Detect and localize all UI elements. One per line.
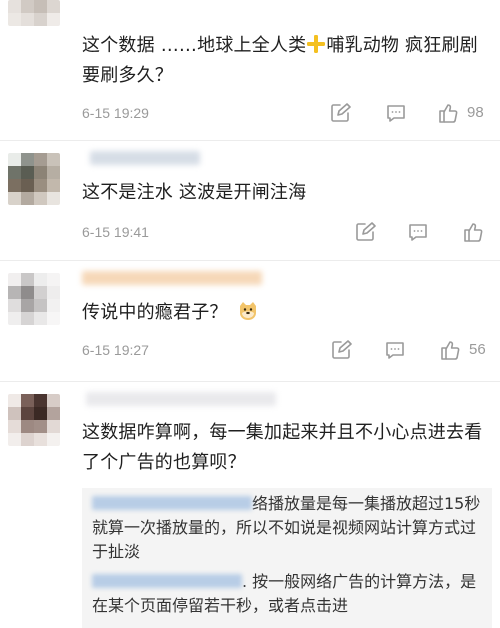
comment-icon[interactable] <box>384 339 406 361</box>
comment-meta: 6-15 19:41 <box>82 220 490 244</box>
avatar[interactable] <box>8 394 60 446</box>
reply-username-blurred[interactable] <box>92 574 242 588</box>
thumbs-up-icon[interactable] <box>437 102 459 124</box>
plus-sign-emoji <box>306 34 326 54</box>
username-blurred[interactable] <box>82 271 262 285</box>
comment-item: 传说中的瘾君子？ 6-15 19:27 56 <box>0 261 500 381</box>
share-icon[interactable] <box>354 221 376 243</box>
reply-item: 络播放量是每一集播放超过15秒就算一次播放量的，所以不如说是视频网站计算方式过于… <box>92 492 484 564</box>
reply-item: . 按一般网络广告的计算方法，是在某个页面停留若干秒，或者点击进 <box>92 570 484 618</box>
share-icon[interactable] <box>330 339 352 361</box>
like-count: 98 <box>467 104 484 121</box>
comment-time: 6-15 19:29 <box>82 105 149 121</box>
comment-item: 这个数据 ……地球上全人类 哺乳动物 疯狂刷剧要刷多久？ 6-15 19:29 9… <box>0 0 500 140</box>
reply-thread[interactable]: 络播放量是每一集播放超过15秒就算一次播放量的，所以不如说是视频网站计算方式过于… <box>82 488 492 628</box>
avatar[interactable] <box>8 273 60 325</box>
comment-text: 这不是注水 这波是开闸注海 <box>82 182 307 203</box>
comment-time: 6-15 19:27 <box>82 342 149 358</box>
doge-emoji <box>237 300 259 322</box>
reply-username-blurred[interactable] <box>92 496 252 510</box>
comment-text: 这个数据 ……地球上全人类 哺乳动物 疯狂刷剧要刷多久？ <box>82 31 492 91</box>
comment-text-part: 这个数据 ……地球上全人类 <box>82 35 307 56</box>
comment-icon[interactable] <box>407 221 429 243</box>
like-count: 56 <box>469 341 486 358</box>
comment-meta: 6-15 19:27 56 <box>82 338 490 362</box>
share-icon[interactable] <box>329 102 351 124</box>
comment-text: 这数据咋算啊，每一集加起来并且不小心点进去看了个广告的也算呗？ <box>82 422 483 473</box>
comment-text: 传说中的瘾君子？ <box>82 298 492 328</box>
avatar[interactable] <box>8 153 60 205</box>
comment-meta: 6-15 19:29 98 <box>82 101 490 125</box>
avatar[interactable] <box>8 0 60 26</box>
thumbs-up-icon[interactable] <box>439 339 461 361</box>
username-blurred[interactable] <box>86 392 276 406</box>
comment-icon[interactable] <box>385 102 407 124</box>
username-blurred[interactable] <box>90 151 200 165</box>
comment-time: 6-15 19:41 <box>82 224 149 240</box>
comment-item: 这不是注水 这波是开闸注海 6-15 19:41 <box>0 141 500 260</box>
comment-text-part: 传说中的瘾君子？ <box>82 302 228 323</box>
thumbs-up-icon[interactable] <box>462 221 484 243</box>
